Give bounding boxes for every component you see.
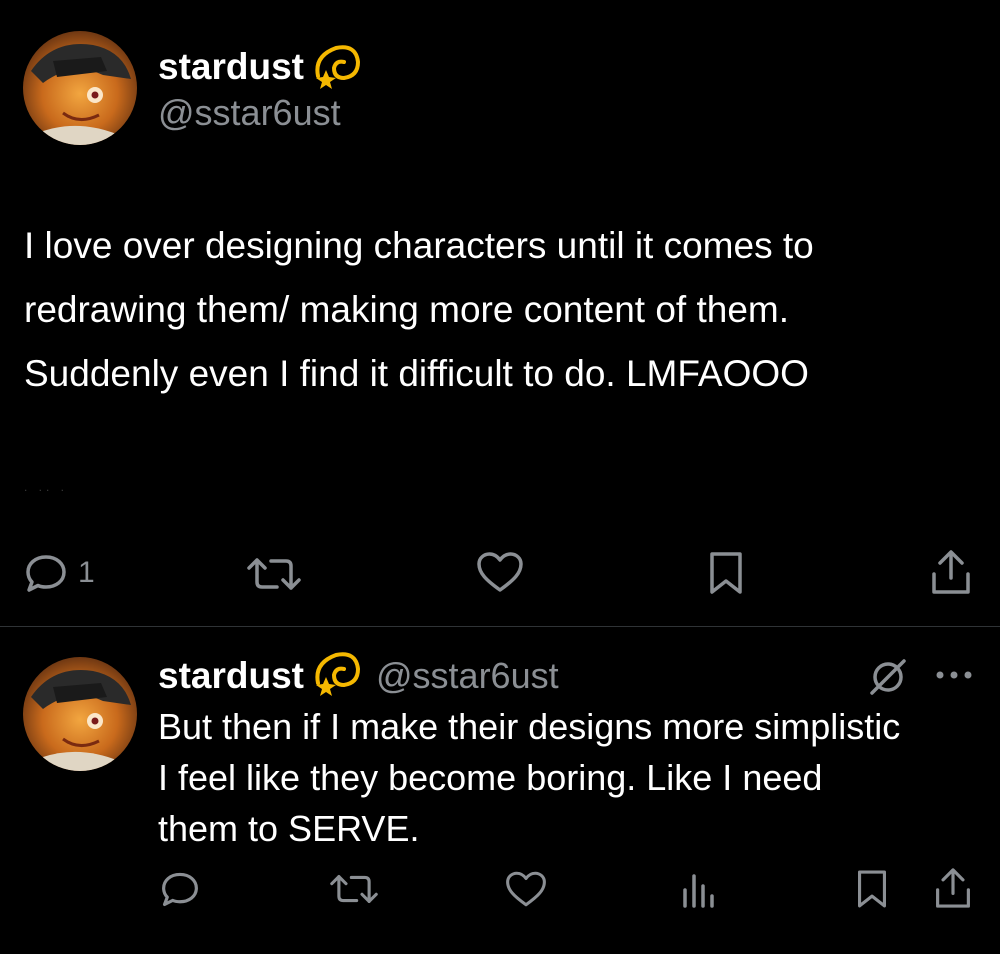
like-button[interactable] [476, 551, 524, 593]
share-icon [936, 868, 970, 908]
more-icon [936, 671, 972, 679]
retweet-icon [330, 875, 378, 903]
reply-button[interactable]: 1 [24, 553, 95, 593]
display-name[interactable]: stardust [158, 48, 304, 85]
tweet-text: I love over designing characters until i… [24, 225, 814, 394]
bookmark-button[interactable] [856, 868, 888, 910]
like-icon [477, 552, 523, 592]
views-button[interactable] [680, 870, 716, 910]
reply-icon [26, 555, 66, 592]
retweet-button[interactable] [247, 556, 301, 592]
faint-artifact: . .. . [24, 480, 69, 494]
bookmark-icon [710, 552, 742, 594]
grok-button[interactable] [868, 657, 908, 697]
handle[interactable]: @sstar6ust [158, 95, 341, 131]
handle[interactable]: @sstar6ust [376, 658, 559, 694]
bookmark-icon [858, 870, 886, 908]
reply-count: 1 [78, 556, 95, 589]
share-icon [932, 550, 970, 594]
reply-button[interactable] [160, 870, 200, 908]
avatar[interactable] [23, 657, 137, 771]
divider [0, 626, 1000, 627]
dizzy-emoji [315, 652, 361, 696]
display-name[interactable]: stardust [158, 657, 304, 694]
retweet-button[interactable] [330, 873, 378, 905]
share-button[interactable] [930, 548, 972, 596]
dizzy-emoji [315, 45, 361, 89]
retweet-icon [247, 558, 301, 590]
bookmark-button[interactable] [708, 550, 744, 596]
reply-icon [162, 872, 198, 907]
like-button[interactable] [505, 870, 547, 908]
reply-text: But then if I make their designs more si… [158, 706, 901, 849]
like-icon [506, 871, 546, 907]
more-button[interactable] [934, 668, 974, 682]
grok-icon [870, 659, 906, 695]
share-button[interactable] [934, 866, 972, 910]
avatar[interactable] [23, 31, 137, 145]
views-icon [683, 874, 714, 908]
